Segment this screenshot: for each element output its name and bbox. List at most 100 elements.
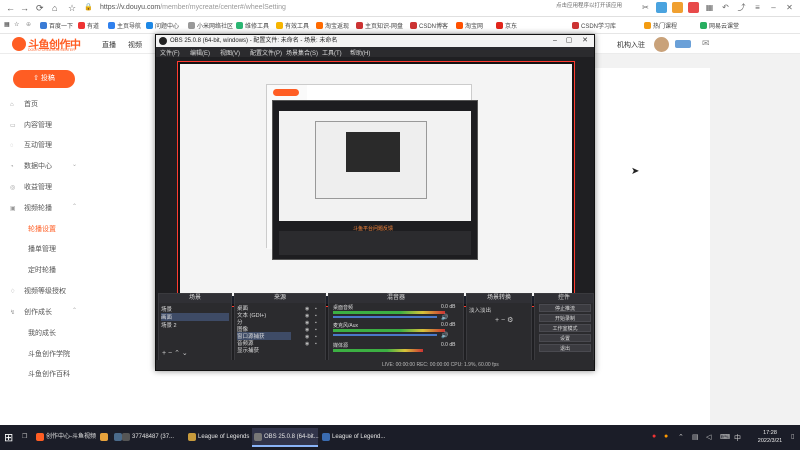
extension-icon[interactable] <box>656 2 667 13</box>
minimize-icon[interactable]: – <box>768 2 779 13</box>
forward-icon[interactable]: → <box>20 3 29 13</box>
taskbar-item[interactable]: 37748487 (37... <box>120 428 184 447</box>
sidebar-item-carousel-settings[interactable]: 轮播设置 <box>28 224 56 236</box>
nav-video[interactable]: 视频 <box>128 40 142 50</box>
obs-titlebar[interactable]: OBS 25.0.8 (64-bit, windows) - 配置文件: 未命名… <box>156 35 594 47</box>
volume-slider[interactable] <box>333 316 437 318</box>
obs-window[interactable]: OBS 25.0.8 (64-bit, windows) - 配置文件: 未命名… <box>155 34 595 371</box>
bookmark-12[interactable]: CSDN学习库 <box>572 21 616 30</box>
menu-edit[interactable]: 编辑(E) <box>190 48 210 57</box>
volume-icon[interactable]: ◁ <box>706 433 711 441</box>
sidebar-item-growth[interactable]: ↯ 创作成长 ⌃ <box>10 307 77 319</box>
bookmark-0[interactable]: 百度一下 <box>40 21 73 30</box>
window-close-icon[interactable]: ✕ <box>578 35 592 47</box>
speaker-icon[interactable]: 🔊 <box>441 332 448 339</box>
bookmark-2[interactable]: 主页导航 <box>108 21 141 30</box>
window-minimize-icon[interactable]: – <box>548 35 562 47</box>
sidebar-item-video-license[interactable]: ♢ 视频等级授权 <box>10 286 66 298</box>
taskbar-item[interactable]: League of Legend... <box>320 428 385 447</box>
grid-icon[interactable]: ▦ <box>704 2 715 13</box>
window-maximize-icon[interactable]: ▢ <box>562 35 576 47</box>
sidebar-item-content[interactable]: ▭ 内容管理 <box>10 120 52 132</box>
share-icon[interactable]: ⤴ <box>736 2 747 13</box>
keyboard-icon[interactable]: ⌨ <box>720 433 730 441</box>
tray-app-icon[interactable]: ● <box>664 433 668 440</box>
settings-button[interactable]: 设置 <box>539 334 591 342</box>
menu-help[interactable]: 帮助(H) <box>350 48 370 57</box>
volume-slider[interactable] <box>333 334 437 336</box>
visibility-eye-icon[interactable]: ◉ ◉ ◉ ◉ ◉ ◉ <box>305 306 309 348</box>
sidebar-item-scheduled[interactable]: 定时轮播 <box>28 265 56 277</box>
tray-expand-icon[interactable]: ⌃ <box>678 433 684 441</box>
studio-mode-button[interactable]: 工作室模式 <box>539 324 591 332</box>
url-field[interactable]: https://v.douyu.com/member/mycreate/cent… <box>100 4 286 11</box>
scene-item[interactable]: 画面 <box>161 313 229 321</box>
close-icon[interactable]: ✕ <box>784 2 795 13</box>
sidebar-item-playlist[interactable]: 播单管理 <box>28 244 56 256</box>
speaker-icon[interactable]: 🔊 <box>441 314 448 321</box>
scene-controls[interactable]: + − ⌃ ⌄ <box>162 349 188 357</box>
source-item[interactable]: 显示捕获 <box>237 346 259 354</box>
bookmark-new-icon[interactable]: ⊕ <box>26 21 31 28</box>
scene-item[interactable]: 场景 <box>161 305 172 313</box>
sidebar-item-revenue[interactable]: ◎ 收益管理 <box>10 182 52 194</box>
taskbar-item[interactable]: League of Legends <box>186 428 250 447</box>
bookmark-10[interactable]: 淘宝网 <box>456 21 483 30</box>
bookmarks-grid-icon[interactable]: ▦ <box>4 21 10 28</box>
mail-icon[interactable]: ✉ <box>702 38 710 49</box>
scene-item[interactable]: 场景 2 <box>161 321 177 329</box>
bookmark-8[interactable]: 主页知识-网盘 <box>356 21 403 30</box>
sidebar-item-wiki[interactable]: 斗鱼创作百科 <box>28 369 70 381</box>
taskbar-item-obs[interactable]: OBS 25.0.8 (64-bit... <box>252 428 319 447</box>
bookmark-3[interactable]: 问题中心 <box>146 21 179 30</box>
obs-preview[interactable]: 斗鱼平台问题反馈 <box>177 61 575 307</box>
sidebar-item-data[interactable]: ◔ 数据中心 ⌄ <box>10 161 77 173</box>
transition-controls[interactable]: + − ⚙ <box>495 316 513 324</box>
taskbar-item[interactable]: 创作中心-斗鱼视频 <box>34 428 96 447</box>
sidebar-item-my-growth[interactable]: 我的成长 <box>28 328 56 340</box>
bookmark-11[interactable]: 京东 <box>496 21 517 30</box>
bookmark-5[interactable]: 维修工具 <box>236 21 269 30</box>
bookmark-star-icon[interactable]: ☆ <box>68 3 76 14</box>
extension-icon[interactable] <box>688 2 699 13</box>
sidebar-item-academy[interactable]: 斗鱼创作学院 <box>28 349 70 361</box>
windows-start-icon[interactable]: ⊞ <box>4 431 13 444</box>
menu-profile[interactable]: 配置文件(P) <box>250 48 282 57</box>
upload-button[interactable]: ⇧ 投稿 <box>13 70 75 88</box>
ime-icon[interactable]: 中 <box>734 433 741 443</box>
stop-streaming-button[interactable]: 停止推流 <box>539 304 591 312</box>
bookmark-folder-icon[interactable]: ☆ <box>14 21 19 28</box>
system-clock[interactable]: 17:28 2022/3/21 <box>750 429 790 445</box>
menu-scene-collection[interactable]: 场景集合(S) <box>286 48 318 57</box>
nav-live[interactable]: 直播 <box>102 40 116 50</box>
menu-tools[interactable]: 工具(T) <box>322 48 342 57</box>
douyu-logo[interactable]: 斗鱼创作中心 DOUYU CREATION CENTER <box>12 35 86 67</box>
reload-icon[interactable]: ⟳ <box>36 3 44 14</box>
menu-icon[interactable]: ≡ <box>752 2 763 13</box>
sidebar-item-home[interactable]: ⌂ 首页 <box>10 99 38 111</box>
tray-app-icon[interactable]: ● <box>652 433 656 440</box>
back-icon[interactable]: ← <box>6 3 15 13</box>
sidebar-item-carousel[interactable]: ▣ 视频轮播 ⌃ <box>10 203 77 215</box>
taskbar-item[interactable] <box>98 428 112 447</box>
bookmark-13[interactable]: 热门课程 <box>644 21 677 30</box>
bookmark-9[interactable]: CSDN博客 <box>410 21 448 30</box>
scissors-icon[interactable]: ✂ <box>640 2 651 13</box>
org-join-link[interactable]: 机构入驻 <box>617 40 645 50</box>
bookmark-4[interactable]: 小米网络社区 <box>188 21 233 30</box>
bookmark-7[interactable]: 淘宝返现 <box>316 21 349 30</box>
lock-icon[interactable]: ▪ ▪ ▪ ▪ ▪ ▪ <box>315 306 317 348</box>
start-recording-button[interactable]: 开始录制 <box>539 314 591 322</box>
exit-button[interactable]: 退出 <box>539 344 591 352</box>
transition-select[interactable]: 淡入淡出 <box>469 306 491 314</box>
task-view-icon[interactable]: ❐ <box>22 433 27 440</box>
avatar[interactable] <box>654 37 669 52</box>
home-icon[interactable]: ⌂ <box>52 3 57 13</box>
network-icon[interactable]: ▤ <box>692 433 699 441</box>
back-arrow-icon[interactable]: ↶ <box>720 2 731 13</box>
bookmark-1[interactable]: 有道 <box>78 21 99 30</box>
menu-file[interactable]: 文件(F) <box>160 48 180 57</box>
sidebar-item-interaction[interactable]: ◌ 互动管理 <box>10 140 52 152</box>
bookmark-6[interactable]: 有效工具 <box>276 21 309 30</box>
extension-icon[interactable] <box>672 2 683 13</box>
